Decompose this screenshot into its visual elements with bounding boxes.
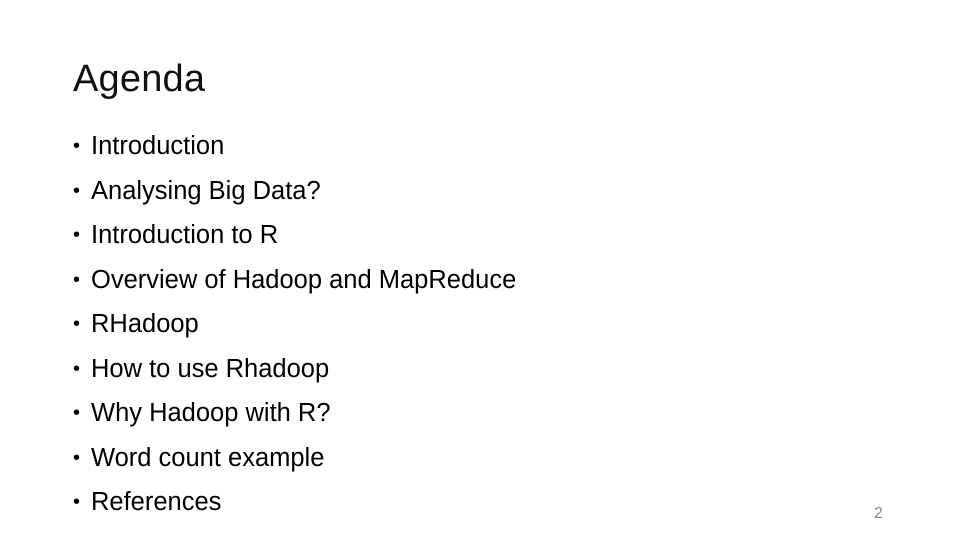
agenda-item-label: Analysing Big Data? (91, 176, 321, 205)
bullet-icon: • (73, 446, 81, 469)
agenda-item-label: Introduction to R (91, 221, 279, 250)
agenda-item-label: Overview of Hadoop and MapReduce (91, 265, 517, 294)
agenda-item: • RHadoop (73, 302, 516, 347)
agenda-item-label: Introduction (91, 132, 225, 161)
page-number: 2 (874, 505, 883, 522)
agenda-item: • Word count example (73, 436, 516, 481)
agenda-item-label: Why Hadoop with R? (91, 399, 331, 428)
agenda-item: • Introduction (73, 124, 516, 169)
bullet-icon: • (73, 224, 81, 247)
agenda-item-label: References (91, 488, 222, 517)
bullet-icon: • (73, 135, 81, 158)
agenda-item: • References (73, 480, 516, 525)
agenda-item-label: How to use Rhadoop (91, 354, 330, 383)
bullet-icon: • (73, 179, 81, 202)
bullet-icon: • (73, 357, 81, 380)
bullet-icon: • (73, 491, 81, 514)
bullet-icon: • (73, 402, 81, 425)
agenda-item: • Analysing Big Data? (73, 169, 516, 214)
bullet-icon: • (73, 268, 81, 291)
agenda-item-label: Word count example (91, 443, 325, 472)
agenda-item: • Why Hadoop with R? (73, 391, 516, 436)
agenda-item-label: RHadoop (91, 310, 199, 339)
bullet-icon: • (73, 313, 81, 336)
slide-title: Agenda (73, 58, 206, 100)
agenda-item: • Introduction to R (73, 213, 516, 258)
agenda-item: • Overview of Hadoop and MapReduce (73, 258, 516, 303)
agenda-list: • Introduction • Analysing Big Data? • Intr… (73, 124, 516, 525)
agenda-item: • How to use Rhadoop (73, 347, 516, 392)
